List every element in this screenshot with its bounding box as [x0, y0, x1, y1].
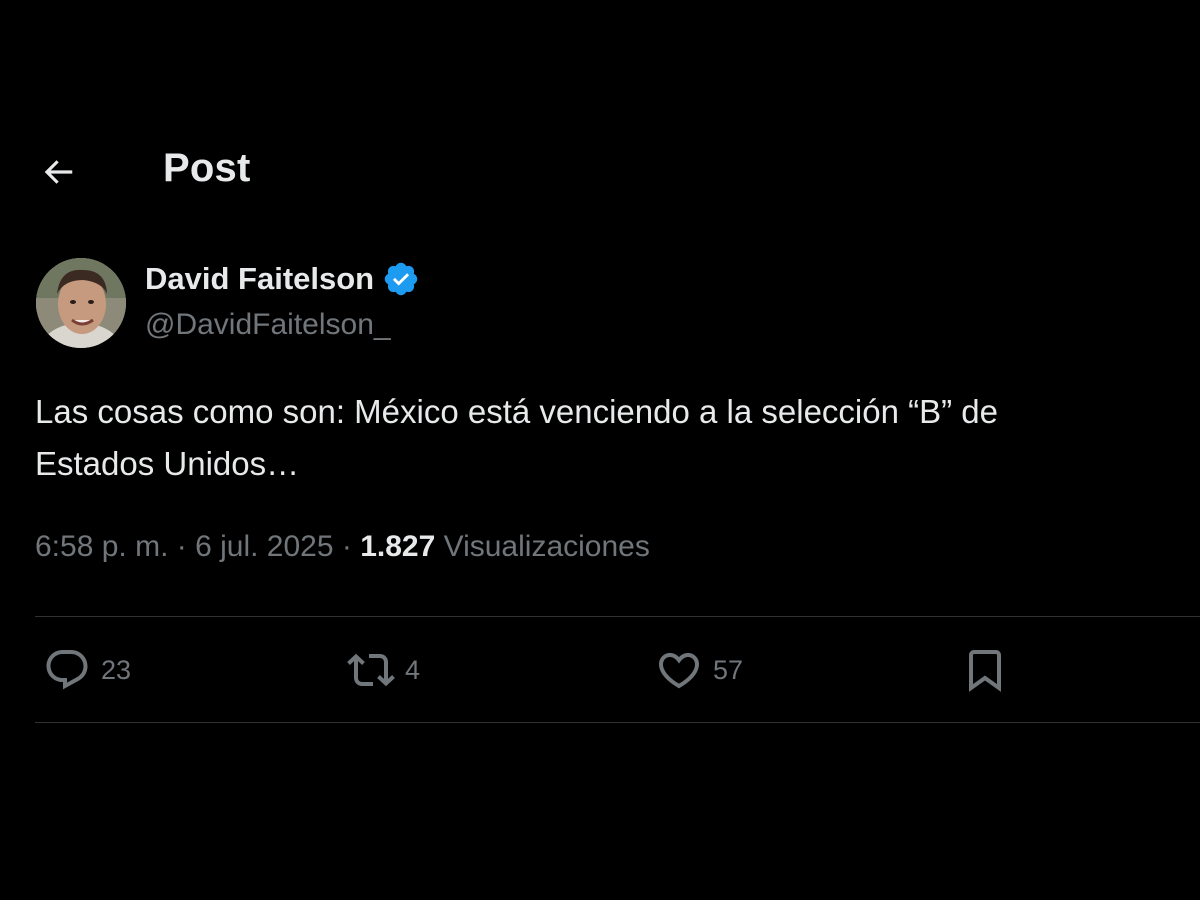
post-text: Las cosas como son: México está venciend… — [35, 386, 1200, 490]
reply-count: 23 — [101, 654, 132, 685]
page-title: Post — [163, 146, 251, 190]
meta-separator: · — [333, 530, 361, 563]
bookmark-button[interactable] — [961, 646, 1009, 694]
name-row: David Faitelson — [145, 260, 420, 298]
like-icon — [658, 653, 700, 689]
repost-count: 4 — [405, 654, 421, 685]
author-handle[interactable]: @DavidFaitelson_ — [145, 308, 391, 342]
post-date[interactable]: 6 jul. 2025 — [195, 530, 333, 563]
back-button[interactable] — [34, 148, 82, 196]
repost-button[interactable]: 4 — [347, 646, 420, 694]
repost-icon — [347, 653, 395, 687]
reply-icon — [46, 650, 88, 690]
avatar[interactable] — [36, 258, 126, 348]
post-text-line-2: Estados Unidos… — [35, 445, 300, 482]
verified-badge-icon[interactable] — [382, 260, 420, 298]
top-bar: Post — [0, 140, 1200, 200]
reply-button[interactable]: 23 — [43, 646, 131, 694]
action-bar: 23 4 57 — [35, 640, 1200, 700]
post-author: David Faitelson @DavidFaitelson_ — [36, 258, 736, 350]
author-display-name[interactable]: David Faitelson — [145, 261, 374, 297]
bookmark-icon — [969, 650, 1001, 692]
meta-separator: · — [168, 530, 196, 563]
post-text-line-1: Las cosas como son: México está venciend… — [35, 393, 998, 430]
avatar-photo — [36, 258, 126, 348]
views-count: 1.827 — [360, 530, 436, 563]
divider — [35, 722, 1200, 723]
back-arrow-icon — [44, 160, 73, 184]
views-label: Visualizaciones — [435, 530, 650, 563]
post-time[interactable]: 6:58 p. m. — [35, 530, 168, 563]
divider — [35, 616, 1200, 617]
post-page: Post David Faitelson @DavidFaitelson_ La… — [0, 0, 1200, 900]
like-button[interactable]: 57 — [655, 646, 743, 694]
like-count: 57 — [713, 654, 744, 685]
post-meta: 6:58 p. m. · 6 jul. 2025 · 1.827 Visuali… — [35, 530, 650, 564]
